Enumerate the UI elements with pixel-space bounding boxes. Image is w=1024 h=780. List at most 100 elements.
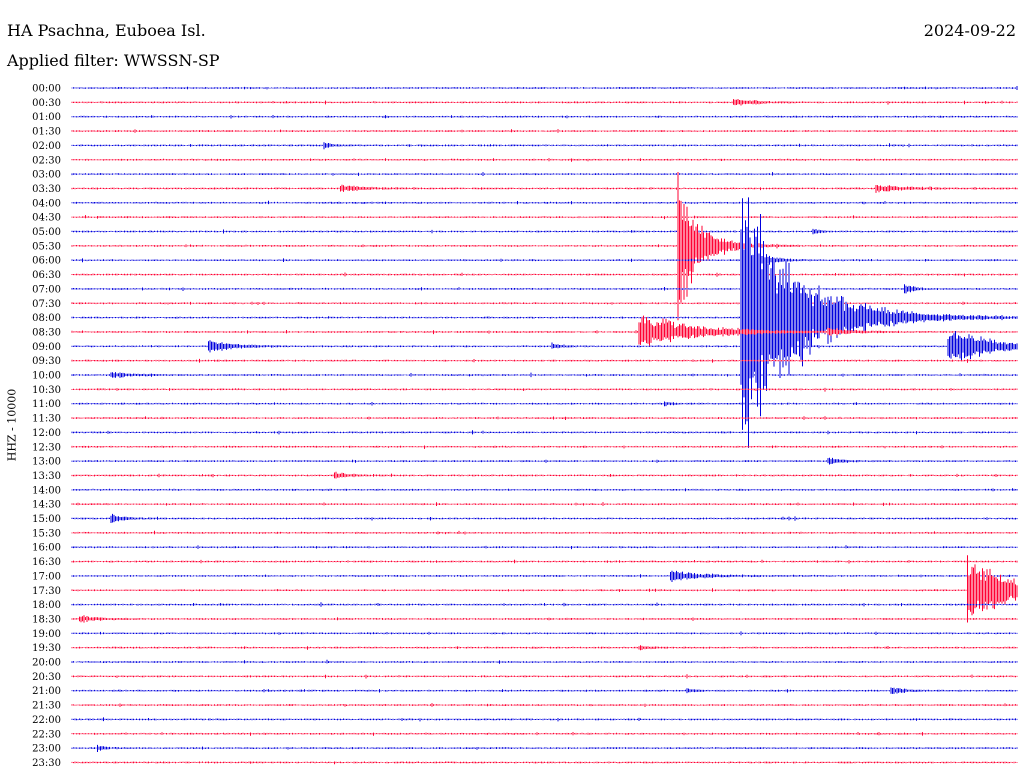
trace-line-0930 (71, 358, 1018, 363)
trace-line-1030 (71, 387, 1018, 392)
time-label-0800: 08:00 (32, 313, 61, 324)
trace-line-1730 (71, 555, 1018, 623)
time-label-1330: 13:30 (32, 471, 61, 482)
trace-line-0000 (71, 86, 1018, 90)
time-label-1730: 17:30 (32, 586, 61, 597)
time-label-0930: 09:30 (32, 356, 61, 367)
time-label-1630: 16:30 (32, 557, 61, 568)
trace-line-1530 (71, 530, 1018, 535)
trace-line-0730 (71, 301, 1018, 305)
time-label-1830: 18:30 (32, 614, 61, 625)
time-label-0400: 04:00 (32, 198, 61, 209)
time-label-0200: 02:00 (32, 141, 61, 152)
time-label-0900: 09:00 (32, 342, 61, 353)
trace-line-1000 (71, 372, 1018, 378)
trace-line-0800 (71, 197, 1018, 448)
time-label-2130: 21:30 (32, 701, 61, 712)
time-label-1700: 17:00 (32, 571, 61, 582)
time-label-0030: 00:30 (32, 98, 61, 109)
trace-line-1800 (71, 602, 1018, 607)
seismogram-plot: 00:00 00:30 01:00 01:30 02:00 02:30 03:00 03:30… (32, 84, 1018, 769)
trace-line-1100 (71, 401, 1018, 407)
time-label-0600: 06:00 (32, 256, 61, 267)
time-label-2330: 23:30 (32, 758, 61, 769)
time-label-0630: 06:30 (32, 270, 61, 281)
time-label-2200: 22:00 (32, 715, 61, 726)
trace-line-2000 (71, 659, 1018, 664)
time-label-1400: 14:00 (32, 485, 61, 496)
trace-layer (71, 86, 1018, 765)
time-label-0700: 07:00 (32, 284, 61, 295)
trace-line-0230 (71, 158, 1018, 162)
time-label-2000: 20:00 (32, 658, 61, 669)
time-label-1930: 19:30 (32, 643, 61, 654)
trace-line-0030 (71, 99, 1018, 106)
trace-line-0100 (71, 115, 1018, 119)
trace-line-2130 (71, 703, 1018, 707)
trace-line-0300 (71, 172, 1018, 176)
trace-line-1630 (71, 559, 1018, 564)
trace-line-1700 (71, 570, 1018, 582)
trace-line-1330 (71, 471, 1018, 479)
time-label-1530: 15:30 (32, 528, 61, 539)
time-label-1430: 14:30 (32, 500, 61, 511)
trace-line-0530 (71, 172, 1018, 321)
trace-line-0830 (71, 315, 1018, 346)
time-label-2300: 23:00 (32, 744, 61, 755)
time-label-0530: 05:30 (32, 241, 61, 252)
trace-line-0200 (71, 142, 1018, 150)
time-label-0330: 03:30 (32, 184, 61, 195)
trace-line-1200 (71, 430, 1018, 435)
trace-line-1500 (71, 513, 1018, 523)
trace-line-2230 (71, 732, 1018, 736)
time-label-2100: 21:00 (32, 686, 61, 697)
trace-line-0600 (71, 251, 1018, 269)
time-label-0130: 01:30 (32, 127, 61, 138)
time-label-0300: 03:00 (32, 170, 61, 181)
trace-line-0630 (71, 272, 1018, 277)
time-label-0100: 01:00 (32, 112, 61, 123)
time-label-2230: 22:30 (32, 729, 61, 740)
trace-line-0130 (71, 129, 1018, 133)
trace-line-1400 (71, 488, 1018, 492)
time-label-1500: 15:00 (32, 514, 61, 525)
time-label-1900: 19:00 (32, 629, 61, 640)
trace-line-1430 (71, 502, 1018, 506)
trace-line-2100 (71, 687, 1018, 694)
trace-line-1300 (71, 457, 1018, 465)
trace-line-0900 (71, 331, 1018, 361)
time-label-0230: 02:30 (32, 155, 61, 166)
trace-line-1900 (71, 631, 1018, 636)
time-label-0000: 00:00 (32, 84, 61, 95)
trace-line-0500 (71, 228, 1018, 235)
time-label-1000: 10:00 (32, 371, 61, 382)
time-label-1230: 12:30 (32, 442, 61, 453)
time-label-1200: 12:00 (32, 428, 61, 439)
time-label-2030: 20:30 (32, 672, 61, 683)
trace-line-0430 (71, 215, 1018, 220)
trace-line-1930 (71, 645, 1018, 651)
time-label-layer: 00:00 00:30 01:00 01:30 02:00 02:30 03:00 03:30… (32, 84, 61, 769)
trace-line-0700 (71, 284, 1018, 294)
time-label-1300: 13:00 (32, 457, 61, 468)
trace-line-2030 (71, 674, 1018, 679)
time-label-1100: 11:00 (32, 399, 61, 410)
time-label-0730: 07:30 (32, 299, 61, 310)
trace-line-1600 (71, 545, 1018, 550)
time-label-0500: 05:00 (32, 227, 61, 238)
trace-line-1230 (71, 445, 1018, 449)
time-label-1800: 18:00 (32, 600, 61, 611)
time-label-0430: 04:30 (32, 213, 61, 224)
trace-line-2200 (71, 717, 1018, 722)
time-label-0830: 08:30 (32, 327, 61, 338)
seismogram-page: HA Psachna, Euboea Isl. Applied filter: … (0, 0, 1024, 780)
time-label-1130: 11:30 (32, 414, 61, 425)
trace-line-2330 (71, 761, 1018, 765)
trace-line-0330 (71, 184, 1018, 193)
trace-line-1830 (71, 615, 1018, 623)
time-label-1030: 10:30 (32, 385, 61, 396)
trace-line-1130 (71, 416, 1018, 420)
trace-line-0400 (71, 200, 1018, 205)
time-label-1600: 16:00 (32, 543, 61, 554)
trace-line-2300 (71, 744, 1018, 752)
